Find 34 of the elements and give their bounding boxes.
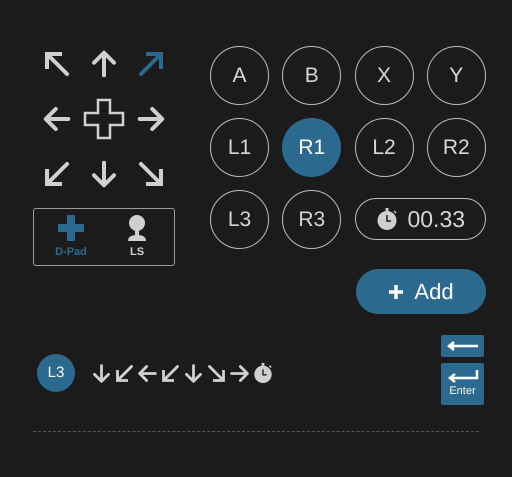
add-button[interactable]: Add — [356, 269, 486, 314]
mode-button[interactable]: LS — [117, 214, 157, 260]
backspace-icon — [446, 341, 478, 351]
plus-icon — [388, 284, 404, 300]
controller-button[interactable]: Y — [426, 46, 486, 105]
arrow-down-right-icon — [206, 362, 227, 384]
backspace-key[interactable] — [441, 335, 484, 357]
button-badge: L3 — [37, 354, 75, 392]
controller-button[interactable]: X — [354, 46, 414, 105]
controller-button[interactable]: A — [210, 46, 269, 105]
joystick-icon — [125, 214, 149, 242]
stopwatch-icon — [375, 207, 400, 231]
controller-button[interactable]: B — [282, 46, 342, 105]
arrow-down-left-icon — [160, 362, 181, 384]
enter-key[interactable]: Enter — [441, 363, 484, 405]
arrow-down-icon — [183, 362, 204, 384]
arrow-right-icon — [136, 104, 166, 134]
dpad-cross-icon — [82, 98, 125, 140]
controller-button[interactable]: R1 — [282, 118, 342, 177]
controller-button[interactable]: R2 — [426, 118, 486, 177]
controller-button[interactable]: R3 — [282, 190, 342, 249]
controller-button[interactable]: L3 — [210, 190, 269, 249]
arrow-left-icon — [137, 362, 158, 384]
arrow-right-icon — [229, 362, 250, 384]
plus-icon — [57, 214, 85, 242]
arrow-down-left-icon — [114, 362, 135, 384]
stopwatch-icon — [252, 362, 274, 384]
timer-field[interactable]: 00.33 — [354, 198, 486, 240]
controller-button[interactable]: L1 — [210, 118, 269, 177]
enter-icon — [446, 368, 478, 383]
timer-value: 00.33 — [407, 204, 466, 234]
controller-button[interactable]: L2 — [354, 118, 414, 177]
arrow-left-icon — [42, 104, 72, 134]
arrow-down-icon — [91, 362, 112, 384]
